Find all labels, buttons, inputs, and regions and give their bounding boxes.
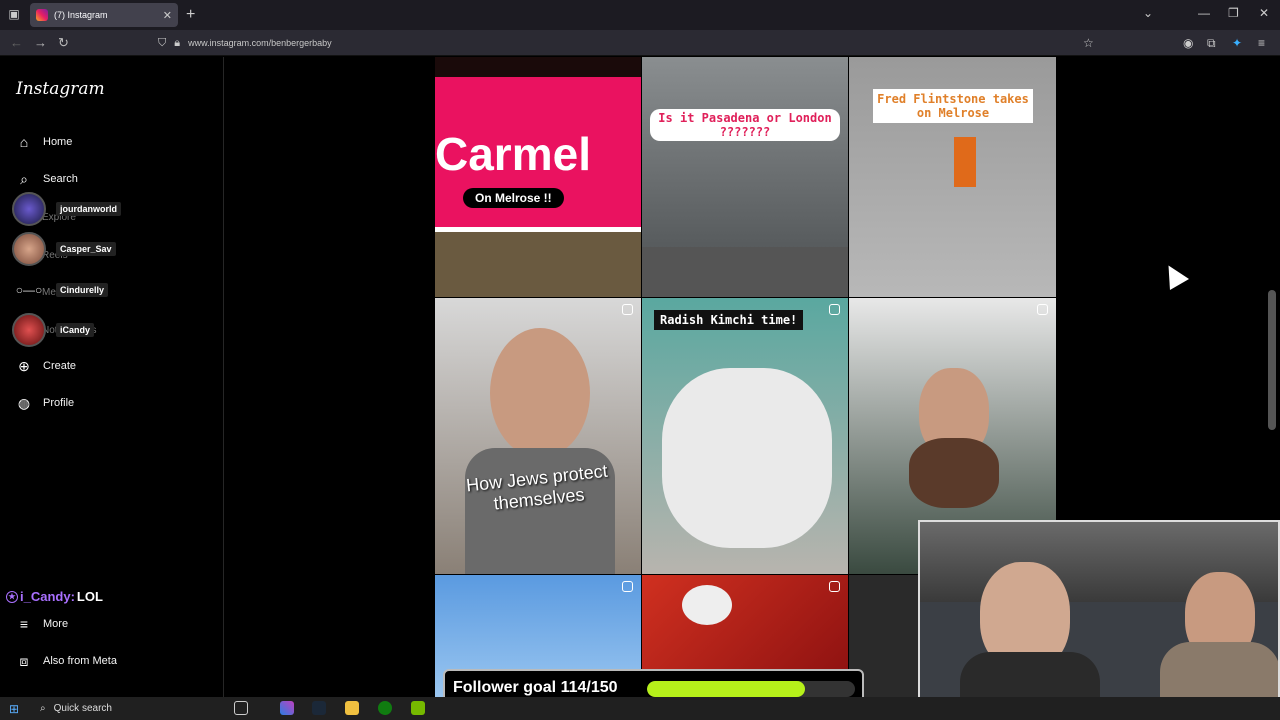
overlay-user-4: iCandy [12, 313, 95, 347]
overlay-user-3: ○—○ Cindurelly [12, 273, 109, 307]
forward-icon[interactable]: → [34, 35, 47, 50]
avatar-icon: ◍ [17, 394, 31, 411]
lock-icon[interactable]: 🔒︎ [174, 37, 180, 50]
new-tab-icon[interactable]: + [186, 6, 195, 24]
post-image [435, 232, 641, 297]
search-icon: ⌕ [40, 703, 46, 714]
tab-title: (7) Instagram [54, 10, 108, 20]
xbox-icon[interactable] [378, 701, 392, 715]
sidebar-item-label: Home [43, 136, 73, 148]
chat-text: LOL [76, 589, 103, 604]
search-icon: ⌕ [20, 170, 28, 187]
post-image [662, 368, 832, 548]
quick-search-box[interactable]: ⌕ Quick search [32, 699, 222, 718]
page-scrollbar[interactable] [1268, 290, 1276, 430]
instagram-favicon-icon [36, 9, 48, 21]
overlay-username: Casper_Sav [56, 242, 116, 256]
avatar [12, 313, 46, 347]
follower-goal-fill [647, 681, 806, 697]
menu-icon: ≡ [19, 616, 29, 632]
sidebar-item-create[interactable]: ⊕ Create [14, 355, 76, 377]
bookmark-star-icon[interactable]: ☆ [1083, 36, 1094, 50]
post-tile[interactable]: Carmel On Melrose !! [435, 57, 641, 297]
sidebar-item-label: Create [43, 360, 77, 372]
post-image [642, 247, 848, 297]
sidebar-item-label: Also from Meta [43, 655, 117, 667]
sidebar-item-label: Search [43, 173, 78, 185]
chat-message: ★ i_Candy: LOL [6, 589, 103, 604]
sidebar-item-label: Profile [43, 397, 75, 409]
link-icon: ○—○ [15, 283, 43, 297]
quick-search-label: Quick search [53, 703, 112, 714]
reels-icon [829, 581, 840, 592]
webcam-overlay [918, 520, 1280, 720]
plus-icon: ⊕ [18, 357, 30, 374]
browser-tab[interactable]: (7) Instagram ✕ [30, 3, 178, 27]
address-bar[interactable]: ⛉ 🔒︎ www.instagram.com/benbergerbaby [158, 34, 1108, 52]
post-caption: Carmel [435, 128, 591, 180]
restore-icon[interactable]: ❐ [1228, 6, 1239, 20]
overlay-username: jourdanworld [56, 202, 121, 216]
post-subcaption: On Melrose !! [463, 188, 564, 208]
sidebar-item-home[interactable]: ⌂ Home [14, 131, 73, 153]
overlay-username: iCandy [56, 323, 95, 337]
tab-overflow-chevron-icon[interactable]: ⌄ [1143, 6, 1153, 20]
post-tile[interactable]: How Jews protect themselves [435, 298, 641, 574]
post-caption: Radish Kimchi time! [654, 310, 804, 330]
post-image [909, 438, 999, 508]
back-icon[interactable]: ← [10, 35, 23, 50]
sidebar-item-more[interactable]: ≡ More [14, 613, 68, 635]
browser-nav-bar: ← → ↻ ⛉ 🔒︎ www.instagram.com/benbergerba… [0, 30, 1280, 56]
post-tile[interactable]: Fred Flintstone takes on Melrose [849, 57, 1056, 297]
overlay-user-2: Casper_Sav [12, 232, 116, 266]
reels-icon [622, 581, 633, 592]
chat-username: i_Candy: [20, 589, 75, 604]
post-image [954, 137, 976, 187]
sidebar-item-search[interactable]: ⌕ Search [14, 168, 78, 190]
copilot-icon[interactable] [280, 701, 294, 715]
sidebar-item-profile[interactable]: ◍ Profile [14, 392, 74, 414]
follower-goal-label: Follower goal 114/150 [453, 678, 618, 696]
task-view-icon[interactable] [234, 701, 248, 715]
post-tile[interactable]: Is it Pasadena or London ??????? [642, 57, 848, 297]
post-caption: Fred Flintstone takes on Melrose [873, 89, 1033, 123]
steam-icon[interactable] [312, 701, 326, 715]
mouse-cursor [1158, 259, 1190, 291]
sidebar-item-also-from-meta[interactable]: ⧈ Also from Meta [14, 650, 117, 672]
overlay-user-1: jourdanworld [12, 192, 121, 226]
minimize-icon[interactable]: — [1198, 6, 1210, 20]
account-icon[interactable]: ◉ [1183, 36, 1193, 50]
nvidia-icon[interactable] [411, 701, 425, 715]
post-image [490, 328, 590, 458]
instagram-logo[interactable]: Instagram [16, 79, 105, 99]
close-window-icon[interactable]: ✕ [1259, 6, 1269, 20]
post-caption: Is it Pasadena or London ??????? [650, 109, 840, 141]
reels-icon [1037, 304, 1048, 315]
sidebar-item-label: More [43, 618, 69, 630]
avatar [12, 192, 46, 226]
post-tile[interactable]: Radish Kimchi time! [642, 298, 848, 574]
file-explorer-icon[interactable] [345, 701, 359, 715]
close-tab-icon[interactable]: ✕ [163, 9, 172, 22]
browser-tab-bar: ▣ (7) Instagram ✕ + ⌄ — ❐ ✕ [0, 0, 1280, 30]
post-image-strip [435, 57, 641, 77]
url-text: www.instagram.com/benbergerbaby [188, 38, 332, 48]
home-icon: ⌂ [19, 134, 29, 150]
extension-icon[interactable]: ✦ [1232, 36, 1242, 50]
windows-start-icon[interactable]: ⊞ [9, 702, 19, 716]
tab-list-icon[interactable]: ▣ [6, 7, 22, 23]
shield-icon[interactable]: ⛉ [158, 37, 166, 50]
windows-taskbar: ⊞ ⌕ Quick search [0, 697, 1280, 720]
overlay-username: Cindurelly [56, 283, 109, 297]
chat-badge-icon: ★ [6, 590, 18, 603]
extensions-icon[interactable]: ⧉ [1207, 36, 1216, 51]
menu-icon[interactable]: ≡ [1258, 36, 1265, 50]
follower-goal-bar [647, 681, 855, 697]
meta-icon: ⧈ [19, 652, 29, 669]
reels-icon [829, 304, 840, 315]
avatar [12, 232, 46, 266]
post-image [682, 585, 732, 625]
reload-icon[interactable]: ↻ [58, 35, 69, 51]
reels-icon [622, 304, 633, 315]
